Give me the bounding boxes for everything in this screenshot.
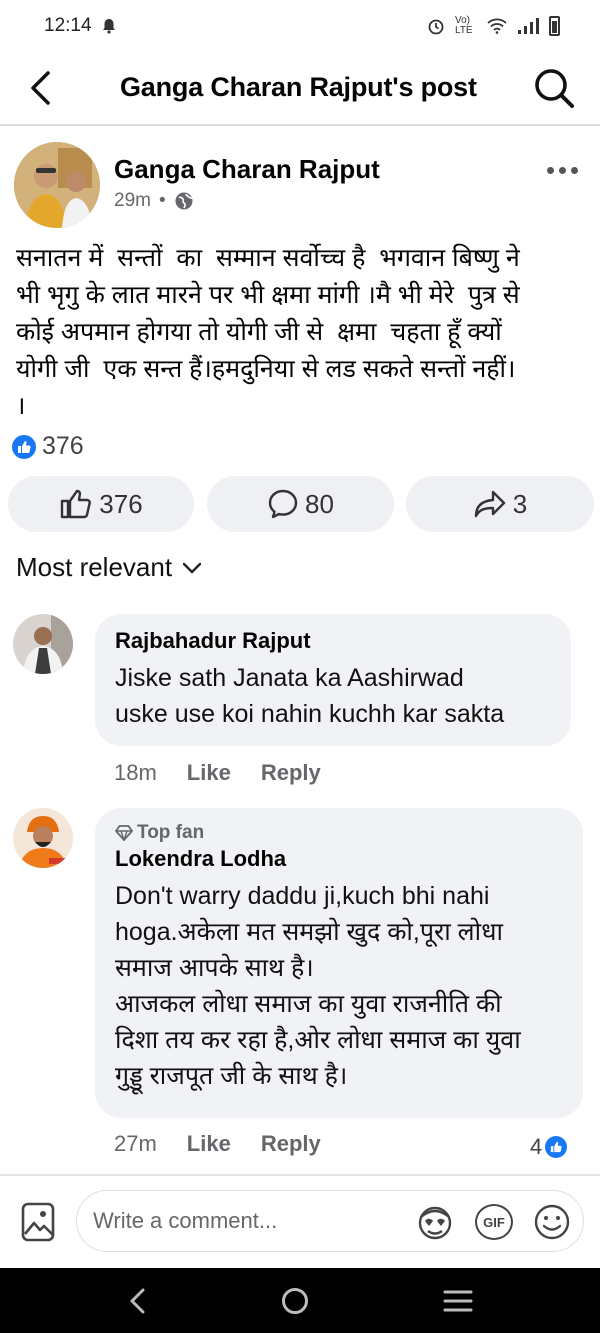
alarm-icon — [428, 19, 444, 35]
search-button[interactable] — [530, 64, 578, 112]
gif-button[interactable]: GIF — [475, 1204, 513, 1240]
nav-back-icon[interactable] — [127, 1287, 147, 1315]
commenter-photo — [13, 808, 73, 868]
author-avatar[interactable] — [14, 142, 100, 228]
nav-home-icon[interactable] — [280, 1286, 310, 1316]
volte-label: Vo) LTE — [455, 15, 473, 36]
search-icon — [535, 69, 574, 108]
comment-bubble-icon — [268, 489, 298, 519]
comment-reply-button[interactable]: Reply — [261, 1131, 321, 1157]
status-time: 12:14 — [44, 15, 92, 36]
comment-reaction-number: 4 — [530, 1134, 543, 1159]
public-globe-icon — [175, 192, 193, 210]
comment-reaction-count[interactable]: 4 — [530, 1134, 568, 1160]
system-nav-bar — [0, 1268, 600, 1333]
comment-bubble: Rajbahadur Rajput Jiske sath Janata ka A… — [95, 614, 571, 746]
reaction-summary[interactable]: 376 — [12, 432, 84, 461]
comment-reply-button[interactable]: Reply — [261, 760, 321, 786]
app-header: Ganga Charan Rajput's post — [0, 52, 600, 126]
status-bar: 12:14 Vo) LTE — [0, 0, 600, 52]
back-arrow-icon — [31, 71, 50, 105]
commenter-photo — [13, 614, 73, 674]
comment-time: 27m — [114, 1131, 157, 1156]
more-dot-icon — [546, 166, 554, 174]
chevron-down-icon — [182, 562, 202, 573]
photo-button[interactable] — [18, 1200, 58, 1244]
meta-separator: • — [158, 190, 166, 211]
comment-sort-dropdown[interactable]: Most relevant — [16, 552, 202, 583]
comment-button[interactable]: 80 — [207, 476, 394, 532]
signal-icon — [518, 18, 539, 34]
comment-composer: Write a comment... GIF — [0, 1176, 600, 1268]
more-options-button[interactable] — [540, 152, 584, 188]
share-button[interactable]: 3 — [406, 476, 594, 532]
like-reaction-icon — [12, 434, 36, 459]
back-button[interactable] — [20, 64, 60, 112]
like-count: 376 — [99, 488, 143, 519]
post-time[interactable]: 29m — [114, 190, 151, 212]
sort-label: Most relevant — [16, 552, 173, 582]
avatar-sticker-icon[interactable] — [415, 1203, 455, 1241]
notification-bell-icon — [102, 19, 115, 34]
author-photo — [14, 142, 100, 228]
commenter-avatar[interactable] — [13, 614, 73, 674]
comment-like-button[interactable]: Like — [187, 1131, 231, 1157]
more-dot-icon — [570, 166, 578, 174]
like-button[interactable]: 376 — [8, 476, 194, 532]
wifi-icon — [487, 18, 507, 34]
comment-time: 18m — [114, 760, 157, 785]
comment-text: Jiske sath Janata ka Aashirwad uske use … — [115, 664, 505, 728]
post-author-name[interactable]: Ganga Charan Rajput — [114, 154, 380, 185]
photo-icon — [21, 1202, 55, 1242]
emoji-icon[interactable] — [533, 1203, 571, 1241]
comment-placeholder: Write a comment... — [93, 1208, 278, 1233]
battery-icon — [549, 16, 560, 36]
comment-input[interactable]: Write a comment... GIF — [76, 1190, 584, 1252]
commenter-name[interactable]: Rajbahadur Rajput — [115, 628, 551, 654]
comment-text: Don't warry daddu ji,kuch bhi nahi hoga.… — [115, 882, 521, 1090]
comment-actions: 27m Like Reply — [114, 1131, 321, 1157]
comment-count: 80 — [305, 488, 334, 519]
badge-label: Top fan — [137, 822, 205, 843]
comment-bubble: Top fan Lokendra Lodha Don't warry daddu… — [95, 808, 583, 1118]
comment-actions: 18m Like Reply — [114, 760, 321, 786]
commenter-name[interactable]: Lokendra Lodha — [115, 846, 563, 872]
comment-like-button[interactable]: Like — [187, 760, 231, 786]
like-reaction-icon — [545, 1136, 568, 1158]
commenter-avatar[interactable] — [13, 808, 73, 868]
share-count: 3 — [512, 488, 528, 519]
more-dot-icon — [558, 166, 566, 174]
thumbs-up-icon — [61, 489, 92, 519]
post-body: सनातन में सन्तों का सम्मान सर्वोच्च है भ… — [16, 244, 520, 420]
share-arrow-icon — [474, 490, 505, 518]
top-fan-badge: Top fan — [115, 822, 563, 844]
page-title: Ganga Charan Rajput's post — [120, 72, 477, 102]
nav-menu-icon[interactable] — [443, 1289, 473, 1313]
diamond-icon — [115, 825, 133, 841]
gif-label: GIF — [483, 1214, 505, 1230]
reaction-total: 376 — [42, 432, 84, 460]
post-meta: 29m • — [114, 190, 194, 212]
